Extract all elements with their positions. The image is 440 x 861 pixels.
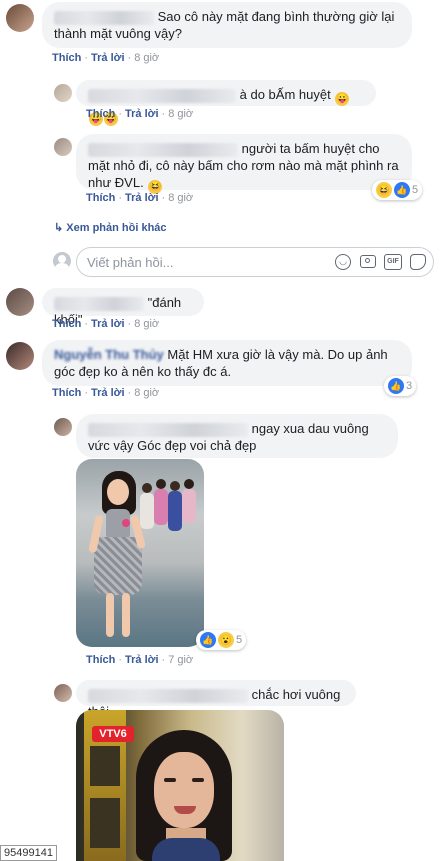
- comment-text: à do bẤm huyệt: [239, 87, 331, 102]
- more-replies-label: Xem phản hồi khác: [66, 222, 167, 234]
- avatar[interactable]: [54, 684, 72, 702]
- like-reaction-icon: 👍: [388, 378, 404, 394]
- comment-photo[interactable]: VTV6: [76, 710, 284, 861]
- watermark: 95499141: [0, 845, 57, 861]
- timestamp[interactable]: 8 giờ: [168, 108, 193, 120]
- tongue-emoji-icon: 😛: [335, 92, 350, 106]
- comment-actions: Thích · Trả lời · 7 giờ: [86, 654, 194, 666]
- reply-link[interactable]: Trả lời: [125, 108, 159, 120]
- reply-input-placeholder: Viết phản hồi...: [87, 255, 174, 270]
- comment-actions: Thích · Trả lời · 8 giờ: [52, 387, 160, 399]
- avatar[interactable]: [54, 418, 72, 436]
- reply-bubble: chắc hơi vuông thôi: [76, 680, 356, 719]
- author-name[interactable]: [88, 88, 236, 103]
- reply-link[interactable]: Trả lời: [91, 52, 125, 64]
- vtv6-logo: VTV6: [92, 726, 134, 742]
- author-name[interactable]: Nguyễn Thu Thủy: [54, 347, 164, 362]
- reaction-count: 3: [406, 380, 413, 392]
- like-link[interactable]: Thích: [52, 387, 81, 399]
- reply-arrow-icon: ↳: [54, 222, 64, 234]
- comment-bubble: Nguyễn Thu Thủy Mặt HM xưa giờ là vậy mà…: [42, 340, 412, 386]
- timestamp[interactable]: 8 giờ: [168, 192, 193, 204]
- timestamp[interactable]: 8 giờ: [134, 387, 159, 399]
- reply-bubble: người ta bấm huyệt cho mặt nhỏ đi, cô nà…: [76, 134, 412, 194]
- comment-bubble: Sao cô này mặt đang bình thường giờ lại …: [42, 2, 412, 48]
- haha-reaction-icon: 😆: [376, 182, 392, 198]
- logo-text: VTV6: [99, 728, 127, 740]
- like-link[interactable]: Thích: [52, 52, 81, 64]
- like-reaction-icon: 👍: [200, 632, 216, 648]
- avatar[interactable]: [6, 4, 34, 32]
- reply-input[interactable]: Viết phản hồi... ◡ GIF: [76, 247, 434, 277]
- reaction-count: 5: [236, 634, 243, 646]
- reply-link[interactable]: Trả lời: [125, 192, 159, 204]
- timestamp[interactable]: 8 giờ: [134, 318, 159, 330]
- avatar[interactable]: [6, 342, 34, 370]
- avatar: [53, 252, 71, 270]
- reaction-summary[interactable]: 😆 👍 5: [372, 180, 423, 200]
- like-link[interactable]: Thích: [86, 654, 115, 666]
- gif-icon[interactable]: GIF: [384, 254, 402, 270]
- like-link[interactable]: Thích: [52, 318, 81, 330]
- author-name[interactable]: [88, 688, 248, 703]
- comment-actions: Thích · Trả lời · 8 giờ: [52, 52, 160, 64]
- avatar[interactable]: [54, 138, 72, 156]
- comment-actions: Thích · Trả lời · 8 giờ: [86, 108, 194, 120]
- comment-actions: Thích · Trả lời · 8 giờ: [52, 318, 160, 330]
- camera-icon[interactable]: [360, 255, 376, 268]
- author-name[interactable]: [88, 422, 248, 437]
- comment-photo[interactable]: [76, 459, 204, 647]
- sticker-icon[interactable]: [410, 254, 426, 270]
- like-link[interactable]: Thích: [86, 108, 115, 120]
- author-name[interactable]: [54, 10, 154, 25]
- avatar[interactable]: [6, 288, 34, 316]
- timestamp[interactable]: 8 giờ: [134, 52, 159, 64]
- more-replies-link[interactable]: ↳ Xem phản hồi khác: [54, 221, 167, 234]
- timestamp[interactable]: 7 giờ: [168, 654, 193, 666]
- reaction-count: 5: [412, 184, 419, 196]
- reply-link[interactable]: Trả lời: [125, 654, 159, 666]
- reply-link[interactable]: Trả lời: [91, 318, 125, 330]
- smile-icon[interactable]: ◡: [335, 254, 351, 270]
- author-name[interactable]: [88, 142, 238, 157]
- reply-bubble: à do bẤm huyệt 😛😛 😛: [76, 80, 376, 126]
- author-name[interactable]: [54, 296, 144, 311]
- reaction-summary[interactable]: 👍 3: [384, 376, 417, 396]
- reaction-summary[interactable]: 👍 😮 5: [196, 630, 247, 650]
- reply-bubble: ngay xua dau vuông vức vậy Góc đẹp voi c…: [76, 414, 398, 458]
- comment-bubble: "đánh khối": [42, 288, 204, 327]
- reply-link[interactable]: Trả lời: [91, 387, 125, 399]
- like-link[interactable]: Thích: [86, 192, 115, 204]
- like-reaction-icon: 👍: [394, 182, 410, 198]
- avatar[interactable]: [54, 84, 72, 102]
- comment-actions: Thích · Trả lời · 8 giờ: [86, 192, 194, 204]
- watermark-text: 95499141: [4, 847, 53, 859]
- wow-reaction-icon: 😮: [218, 632, 234, 648]
